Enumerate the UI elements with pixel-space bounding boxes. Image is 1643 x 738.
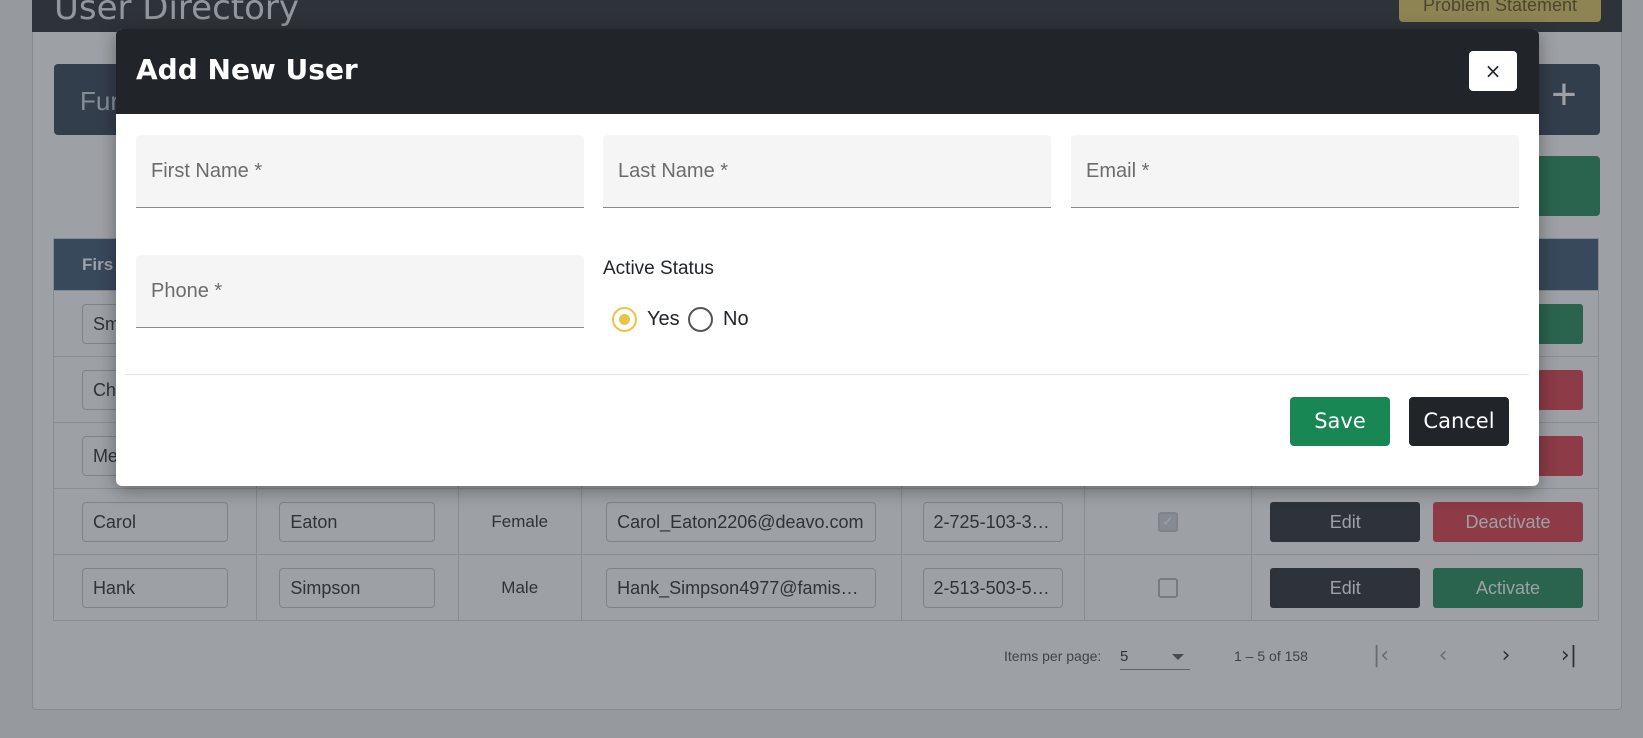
phone-field: [136, 255, 584, 328]
active-no-label[interactable]: No: [723, 308, 749, 331]
close-button[interactable]: ×: [1469, 51, 1517, 91]
first-name-input[interactable]: [136, 135, 584, 207]
last-name-field: [603, 135, 1051, 208]
active-status-label: Active Status: [603, 258, 714, 279]
modal-divider: [125, 374, 1529, 375]
active-yes-label[interactable]: Yes: [647, 308, 680, 331]
phone-input[interactable]: [136, 255, 584, 327]
cancel-button[interactable]: Cancel: [1409, 397, 1509, 446]
add-user-modal: Add New User × Active Status Yes No Save…: [116, 29, 1539, 486]
active-no-radio[interactable]: [688, 307, 713, 332]
first-name-field: [136, 135, 584, 208]
email-field: [1071, 135, 1519, 208]
last-name-input[interactable]: [603, 135, 1051, 207]
modal-header: Add New User ×: [116, 29, 1539, 114]
email-input[interactable]: [1071, 135, 1519, 207]
active-yes-radio[interactable]: [612, 307, 637, 332]
modal-title: Add New User: [136, 53, 358, 86]
save-button[interactable]: Save: [1290, 397, 1390, 446]
